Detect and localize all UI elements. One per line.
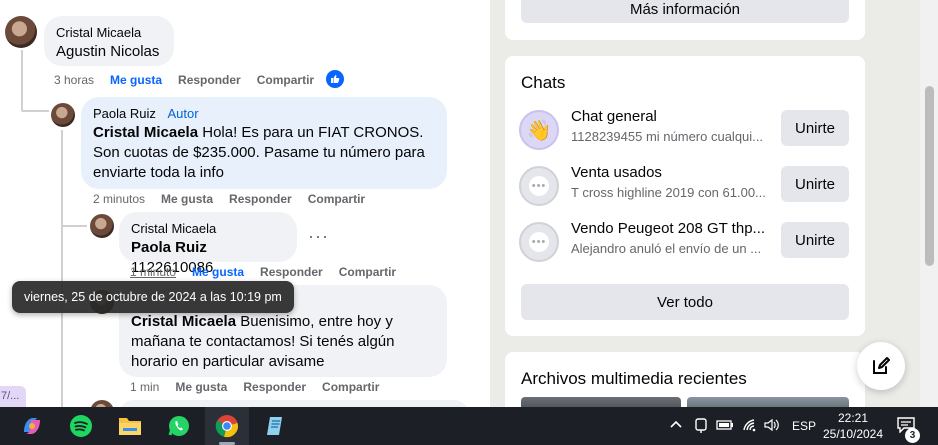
thread-line (21, 110, 49, 112)
comment-bubble (119, 400, 469, 407)
join-chat-button[interactable]: Unirte (781, 222, 849, 258)
join-chat-button[interactable]: Unirte (781, 110, 849, 146)
share-button[interactable]: Compartir (339, 265, 396, 279)
chat-item[interactable]: 👋 Chat general 1128239455 mi número cual… (519, 108, 849, 156)
comment-time[interactable]: 2 minutos (93, 192, 145, 206)
comment-author[interactable]: Cristal Micaela (131, 220, 285, 238)
avatar[interactable] (90, 400, 114, 407)
meet-now-icon[interactable] (694, 418, 708, 437)
chat-name: Vendo Peugeot 208 GT thp... (571, 220, 766, 237)
comment-time[interactable]: 1 min (130, 380, 159, 394)
notification-count-badge: 3 (905, 428, 920, 443)
timestamp-tooltip: viernes, 25 de octubre de 2024 a las 10:… (12, 281, 294, 313)
share-button[interactable]: Compartir (308, 192, 365, 206)
author-tag: Autor (167, 106, 199, 121)
comment-author[interactable]: Cristal Micaela (56, 24, 162, 42)
like-button[interactable]: Me gusta (192, 265, 244, 279)
chat-preview: Alejandro anuló el envío de un ... (571, 241, 762, 256)
comment-text: Cristal Micaela Hola! Es para un FIAT CR… (93, 124, 425, 181)
copilot-icon[interactable] (19, 413, 45, 439)
chat-name: Venta usados (571, 164, 662, 181)
chat-bubble-icon: ••• (519, 166, 559, 206)
comments-section: Cristal Micaela Agustin Nicolas 3 horas … (0, 0, 490, 407)
avatar[interactable] (5, 16, 37, 48)
comment-actions: 2 minutos Me gusta Responder Compartir (93, 192, 365, 206)
reply-button[interactable]: Responder (243, 380, 306, 394)
chats-title: Chats (521, 73, 566, 92)
comment-actions: 1 min Me gusta Responder Compartir (130, 380, 379, 394)
comment-bubble: Cristal Micaela Agustin Nicolas (44, 16, 174, 66)
wave-hand-icon: 👋 (519, 110, 559, 150)
thread-line (21, 50, 23, 110)
thread-line (61, 130, 63, 407)
sidebar-fragment[interactable]: 7/... (0, 386, 26, 407)
comment-actions: 1 minuto Me gusta Responder Compartir (130, 265, 396, 279)
comment-actions: 3 horas Me gusta Responder Compartir (54, 73, 314, 87)
language-indicator[interactable]: ESP (792, 419, 816, 433)
chrome-icon[interactable] (214, 413, 240, 439)
clock-time: 22:21 (837, 411, 869, 425)
share-button[interactable]: Compartir (322, 380, 379, 394)
more-options-icon[interactable]: ··· (308, 226, 329, 247)
chat-bubble-icon: ••• (519, 222, 559, 262)
notepad-icon[interactable] (262, 413, 288, 439)
scrollbar[interactable] (920, 0, 938, 407)
compose-icon (873, 357, 890, 374)
clock[interactable]: 22:21 25/10/2024 (818, 410, 888, 442)
mention-link[interactable]: Cristal Micaela (131, 313, 236, 330)
thread-line (61, 225, 87, 227)
like-button[interactable]: Me gusta (175, 380, 227, 394)
chat-item[interactable]: ••• Vendo Peugeot 208 GT thp... Alejandr… (519, 220, 849, 268)
see-all-button[interactable]: Ver todo (521, 284, 849, 320)
comment-header: Paola Ruiz Autor (93, 105, 435, 123)
whatsapp-icon[interactable] (166, 413, 192, 439)
join-chat-button[interactable]: Unirte (781, 166, 849, 202)
media-title: Archivos multimedia recientes (521, 369, 747, 388)
info-card: Más información (505, 0, 865, 40)
mentioned-name[interactable]: Agustin Nicolas (56, 43, 159, 60)
more-info-button[interactable]: Más información (521, 0, 849, 23)
chat-name: Chat general (571, 108, 657, 125)
chats-card: Chats 👋 Chat general 1128239455 mi númer… (505, 56, 865, 336)
share-button[interactable]: Compartir (257, 73, 314, 87)
comment-text: Cristal Micaela Buenisimo, entre hoy y m… (131, 313, 395, 370)
spotify-icon[interactable] (68, 413, 94, 439)
comment-bubble: Cristal Micaela Paola Ruiz 1122610086 (119, 212, 297, 276)
mention-link[interactable]: Paola Ruiz (131, 239, 207, 256)
chevron-up-icon[interactable] (669, 418, 683, 432)
avatar[interactable] (51, 103, 75, 127)
reply-button[interactable]: Responder (229, 192, 292, 206)
wifi-icon[interactable] (742, 418, 758, 435)
like-reaction-icon[interactable] (326, 70, 344, 88)
clock-date: 25/10/2024 (822, 427, 884, 441)
taskbar: ESP 22:21 25/10/2024 3 (0, 407, 938, 445)
comment-time[interactable]: 3 horas (54, 73, 94, 87)
avatar[interactable] (90, 214, 114, 238)
chat-item[interactable]: ••• Venta usados T cross highline 2019 c… (519, 164, 849, 212)
comment-bubble: Paola Ruiz Autor Cristal Micaela Hola! E… (81, 97, 447, 189)
file-explorer-icon[interactable] (117, 413, 143, 439)
chat-preview: 1128239455 mi número cualqui... (571, 129, 763, 144)
comment-time[interactable]: 1 minuto (130, 265, 176, 279)
chat-preview: T cross highline 2019 con 61.00... (571, 185, 766, 200)
like-button[interactable]: Me gusta (161, 192, 213, 206)
mention-link[interactable]: Cristal Micaela (93, 124, 198, 141)
scrollbar-thumb[interactable] (925, 86, 934, 266)
battery-icon[interactable] (716, 419, 734, 434)
reply-button[interactable]: Responder (178, 73, 241, 87)
like-button[interactable]: Me gusta (110, 73, 162, 87)
comment-author[interactable]: Paola Ruiz (93, 106, 156, 121)
volume-icon[interactable] (764, 418, 780, 435)
new-message-button[interactable] (857, 342, 905, 390)
reply-button[interactable]: Responder (260, 265, 323, 279)
